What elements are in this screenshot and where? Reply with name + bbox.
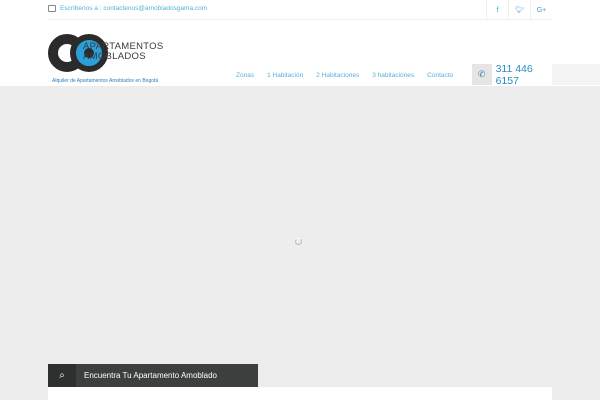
email-text[interactable]: Escríbenos a : contactenos@amobladosgama… [60,5,207,12]
google-plus-icon[interactable]: G+ [530,0,552,20]
phone-number[interactable]: 311 446 6157 [496,63,552,87]
loading-spinner-icon [295,238,302,245]
top-bar: Escríbenos a : contactenos@amobladosgama… [48,0,552,20]
nav-zonas[interactable]: Zonas [236,72,254,79]
search-tab[interactable]: ⌕ Encuentra Tu Apartamento Amoblado [48,364,258,387]
search-tab-label: Encuentra Tu Apartamento Amoblado [84,371,217,380]
search-icon: ⌕ [48,364,76,387]
search-panel [48,387,552,400]
nav-contacto[interactable]: Contacto [427,72,453,79]
tagline: Alquiler de Apartamentos Amoblados en Bo… [52,78,159,84]
brand-name: APARTAMENTOS AMOBLADOS [83,41,164,62]
nav-3-habitaciones[interactable]: 3 habitaciones [372,72,414,79]
envelope-icon [48,5,56,12]
phone-contact[interactable]: ✆ 311 446 6157 [472,63,552,87]
twitter-icon[interactable]: 🐦︎ [508,0,530,20]
email-contact[interactable]: Escríbenos a : contactenos@amobladosgama… [48,5,207,12]
nav-1-habitacion[interactable]: 1 Habitación [267,72,303,79]
main-nav: Zonas 1 Habitación 2 Habitaciones 3 habi… [236,66,466,85]
social-links: f 🐦︎ G+ [486,0,552,20]
nav-2-habitaciones[interactable]: 2 Habitaciones [316,72,359,79]
facebook-icon[interactable]: f [486,0,508,20]
phone-bg [552,64,600,85]
phone-icon: ✆ [472,64,492,85]
